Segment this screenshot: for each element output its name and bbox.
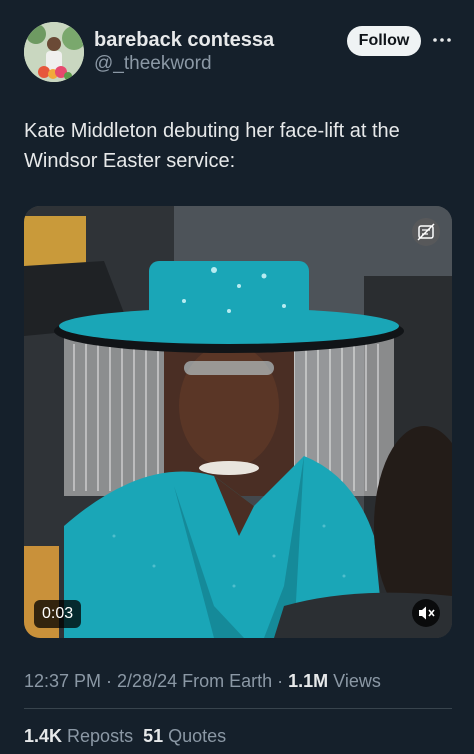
tweet-time[interactable]: 12:37 PM bbox=[24, 671, 101, 691]
tweet-date[interactable]: 2/28/24 bbox=[117, 671, 177, 691]
quotes-count: 51 bbox=[143, 726, 164, 746]
avatar-image bbox=[24, 22, 84, 82]
tweet-source: From Earth bbox=[177, 671, 273, 691]
more-horizontal-icon[interactable] bbox=[430, 28, 454, 52]
user-handle[interactable]: @_theekword bbox=[94, 52, 274, 76]
reposts-label: Reposts bbox=[62, 726, 134, 746]
views-count: 1.1M bbox=[288, 671, 329, 691]
follow-button[interactable]: Follow bbox=[347, 26, 421, 56]
video-frame bbox=[24, 206, 452, 638]
reposts-link[interactable]: 1.4K Reposts bbox=[24, 726, 133, 746]
user-block[interactable]: bareback contessa @_theekword bbox=[94, 28, 274, 76]
tweet-meta: 12:37 PM · 2/28/24 From Earth · 1.1M Vie… bbox=[24, 669, 381, 693]
quotes-label: Quotes bbox=[163, 726, 227, 746]
tweet-stats: 1.4K Reposts 51 Quotes bbox=[24, 724, 226, 748]
reposts-count: 1.4K bbox=[24, 726, 63, 746]
meta-separator: · bbox=[272, 671, 289, 691]
tweet-text: Kate Middleton debuting her face-lift at… bbox=[24, 120, 400, 172]
divider bbox=[24, 708, 452, 709]
views-label: Views bbox=[328, 671, 381, 691]
meta-separator: · bbox=[101, 671, 118, 691]
display-name[interactable]: bareback contessa bbox=[94, 28, 274, 52]
avatar[interactable] bbox=[24, 22, 84, 82]
captions-icon[interactable] bbox=[412, 218, 440, 246]
quotes-link[interactable]: 51 Quotes bbox=[143, 726, 226, 746]
video-player[interactable]: 0:03 bbox=[24, 206, 452, 638]
video-timer: 0:03 bbox=[34, 600, 82, 628]
volume-muted-icon[interactable] bbox=[412, 599, 440, 627]
tweet-header: bareback contessa @_theekword Follow bbox=[24, 22, 454, 84]
